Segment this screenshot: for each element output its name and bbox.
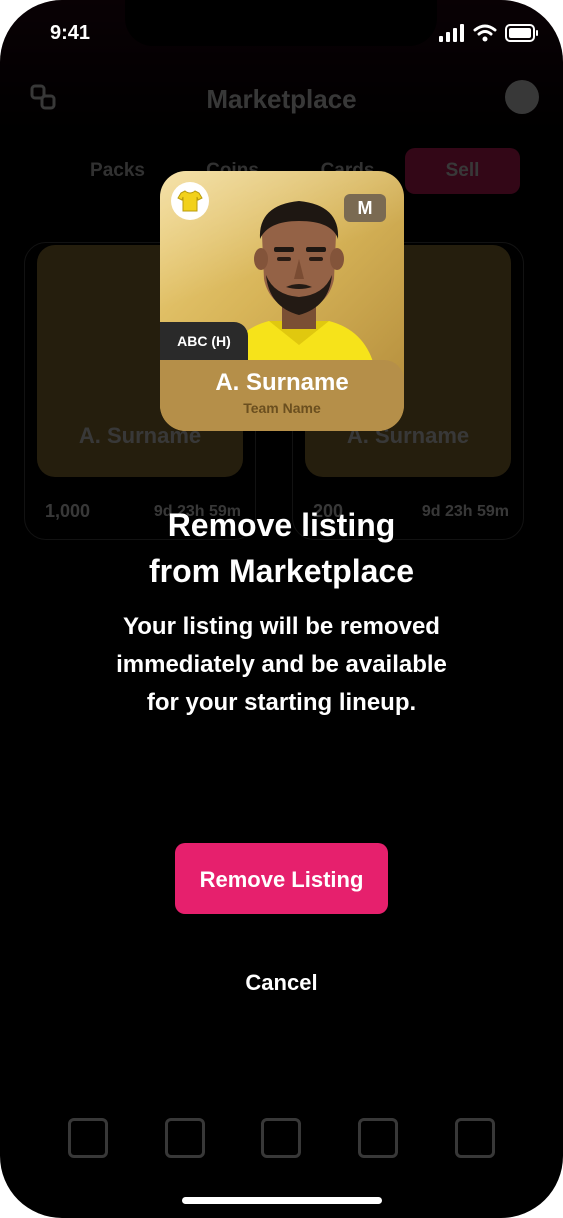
dialog-title-line: from Marketplace <box>149 553 414 589</box>
shirt-icon <box>164 1118 205 1158</box>
background-page-title: Marketplace <box>206 84 357 114</box>
position-tag: ABC (H) <box>160 322 248 360</box>
phone-screen: Marketplace Packs Coins Cards Sell A. Su… <box>0 0 563 1218</box>
dialog-message: Your listing will be removed immediately… <box>0 608 563 722</box>
profile-avatar-icon <box>505 80 539 114</box>
home-icon <box>68 1118 109 1158</box>
battery-icon <box>505 24 538 42</box>
home-indicator[interactable] <box>182 1197 382 1204</box>
remove-listing-button[interactable]: Remove Listing <box>175 843 388 914</box>
player-name: A. Surname <box>215 369 349 396</box>
dialog-title-line: Remove listing <box>167 507 396 543</box>
shopping-bag-icon <box>454 1118 495 1158</box>
team-name: Team Name <box>243 400 321 416</box>
tab-packs: Packs <box>90 160 145 181</box>
dialog-title: Remove listing from Marketplace <box>0 502 563 594</box>
cancel-button[interactable]: Cancel <box>0 970 563 996</box>
status-time: 9:41 <box>50 22 91 44</box>
gift-icon <box>358 1118 399 1158</box>
tab-sell: Sell <box>405 148 520 194</box>
leaderboard-icon <box>261 1118 302 1158</box>
wifi-icon <box>473 24 497 42</box>
background-bottom-nav <box>0 1118 563 1158</box>
dialog-message-line: immediately and be available <box>116 651 447 678</box>
dialog-message-line: for your starting lineup. <box>146 689 417 716</box>
club-jersey-icon <box>171 182 209 220</box>
status-icons <box>439 24 539 42</box>
player-card: M ABC (H) A. Surname Team Name <box>160 171 404 431</box>
cellular-signal-icon <box>439 24 464 42</box>
dialog-message-line: Your listing will be removed <box>123 613 440 640</box>
device-notch <box>125 0 437 46</box>
